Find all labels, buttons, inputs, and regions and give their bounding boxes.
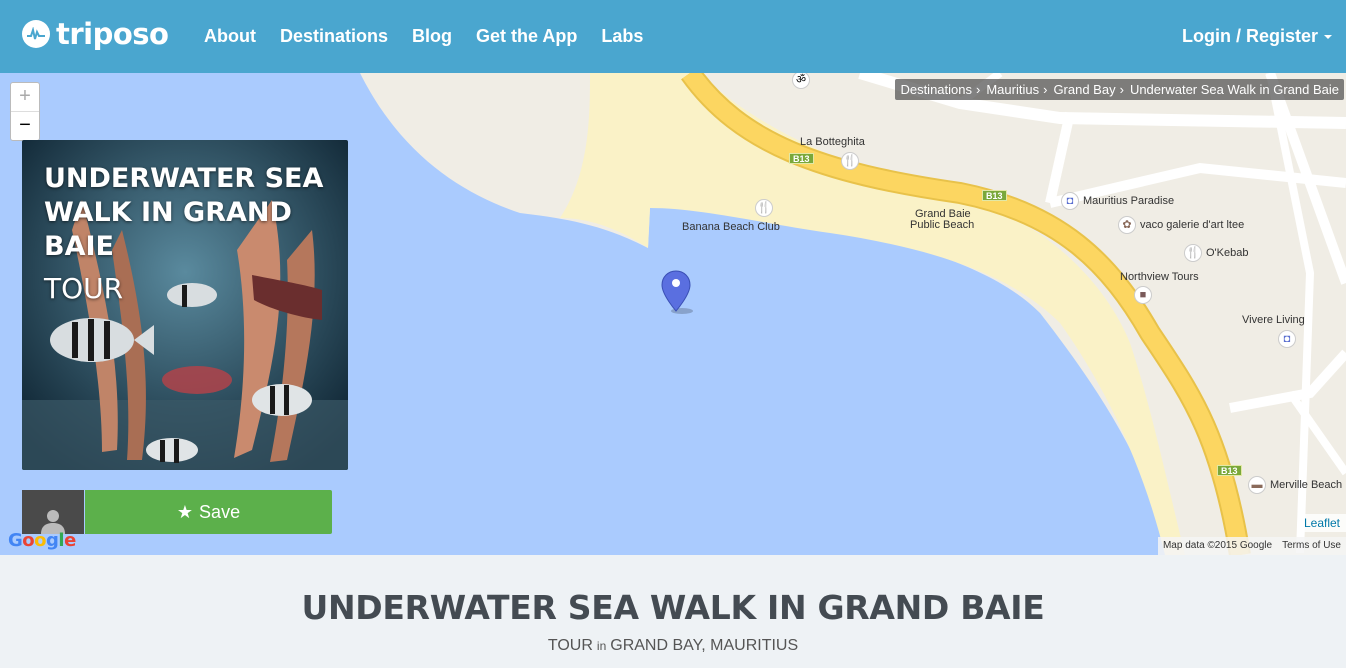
chevron-right-icon: ›	[1119, 82, 1124, 97]
poi-la-botteghita[interactable]: La Botteghita	[800, 136, 865, 149]
nav-destinations[interactable]: Destinations	[280, 26, 388, 47]
zoom-in-button[interactable]: +	[11, 83, 39, 112]
star-icon: ★	[176, 501, 194, 522]
chevron-right-icon: ›	[976, 82, 981, 97]
chevron-right-icon: ›	[1043, 82, 1048, 97]
zoom-control: + −	[10, 82, 40, 141]
breadcrumb-mauritius[interactable]: Mauritius	[986, 79, 1039, 100]
poi-vivere-living[interactable]: Vivere Living	[1242, 314, 1305, 327]
card-title: UNDERWATER SEA WALK IN GRAND BAIE	[44, 163, 324, 262]
nav-get-the-app[interactable]: Get the App	[476, 26, 577, 47]
poi-grand-baie-beach-line2[interactable]: Public Beach	[910, 219, 974, 232]
google-logo[interactable]: Google	[8, 530, 76, 551]
user-silhouette-icon	[41, 510, 65, 534]
nav-blog[interactable]: Blog	[412, 26, 452, 47]
map-view[interactable]: ॐ La Botteghita 🍴 🍴 Banana Beach Club Gr…	[0, 73, 1346, 555]
caret-down-icon	[1324, 34, 1332, 39]
poi-northview-tours[interactable]: Northview Tours	[1120, 271, 1199, 284]
nav-about[interactable]: About	[204, 26, 256, 47]
breadcrumb-current: Underwater Sea Walk in Grand Baie	[1129, 82, 1339, 97]
subtitle-in: in	[596, 639, 607, 653]
art-gallery-icon[interactable]: ✿	[1118, 216, 1136, 234]
map-attribution: Map data ©2015 Google Terms of Use	[1157, 537, 1346, 555]
road-shield-b13: B13	[1217, 465, 1242, 476]
card-type: TOUR	[44, 272, 124, 305]
save-label: Save	[199, 501, 241, 522]
breadcrumb-destinations[interactable]: Destinations	[900, 79, 972, 100]
zoom-out-button[interactable]: −	[11, 112, 39, 141]
poi-mauritius-paradise[interactable]: Mauritius Paradise	[1083, 195, 1174, 208]
poi-okebab[interactable]: O'Kebab	[1206, 247, 1248, 260]
poi-banana-beach-club[interactable]: Banana Beach Club	[682, 221, 780, 234]
page-title: UNDERWATER SEA WALK IN GRAND BAIE	[301, 588, 1045, 627]
breadcrumb-grand-bay[interactable]: Grand Bay	[1053, 79, 1115, 100]
terms-of-use-link[interactable]: Terms of Use	[1277, 537, 1346, 555]
shopping-bag-icon[interactable]: ◘	[1278, 330, 1296, 348]
map-data-label: Map data ©2015 Google	[1162, 540, 1273, 551]
activity-photo-card[interactable]: UNDERWATER SEA WALK IN GRAND BAIE TOUR	[22, 140, 348, 470]
user-avatar[interactable]	[22, 490, 84, 534]
hotel-icon[interactable]: ▬	[1248, 476, 1266, 494]
breadcrumb: Destinations › Mauritius › Grand Bay › U…	[895, 79, 1344, 100]
road-shield-b13: B13	[789, 153, 814, 164]
logo-text: triposo	[56, 17, 169, 51]
leaflet-link[interactable]: Leaflet	[1297, 514, 1346, 532]
poi-merville-beach[interactable]: Merville Beach	[1270, 479, 1342, 492]
top-navbar: triposo About Destinations Blog Get the …	[0, 0, 1346, 73]
restaurant-icon[interactable]: 🍴	[1184, 244, 1202, 262]
pulse-logo-icon	[22, 20, 50, 48]
restaurant-icon[interactable]: 🍴	[755, 199, 773, 217]
page-subtitle: TOUR in GRAND BAY, MAURITIUS	[0, 637, 1346, 655]
restaurant-icon[interactable]: 🍴	[841, 152, 859, 170]
triposo-logo[interactable]: triposo	[22, 17, 169, 51]
shopping-bag-icon[interactable]: ◘	[1061, 192, 1079, 210]
tour-office-icon[interactable]: ■	[1134, 286, 1152, 304]
location-pin-icon[interactable]	[660, 269, 694, 315]
subtitle-type: TOUR	[547, 637, 593, 654]
login-register-label: Login / Register	[1181, 26, 1318, 46]
subtitle-place-link[interactable]: GRAND BAY, MAURITIUS	[610, 637, 798, 654]
nav-links: About Destinations Blog Get the App Labs	[204, 26, 667, 47]
save-button[interactable]: ★ Save	[85, 490, 332, 534]
login-register-dropdown[interactable]: Login / Register	[1182, 26, 1332, 47]
poi-vaco-galerie[interactable]: vaco galerie d'art ltee	[1140, 219, 1244, 232]
road-shield-b13: B13	[982, 190, 1007, 201]
nav-labs[interactable]: Labs	[601, 26, 643, 47]
